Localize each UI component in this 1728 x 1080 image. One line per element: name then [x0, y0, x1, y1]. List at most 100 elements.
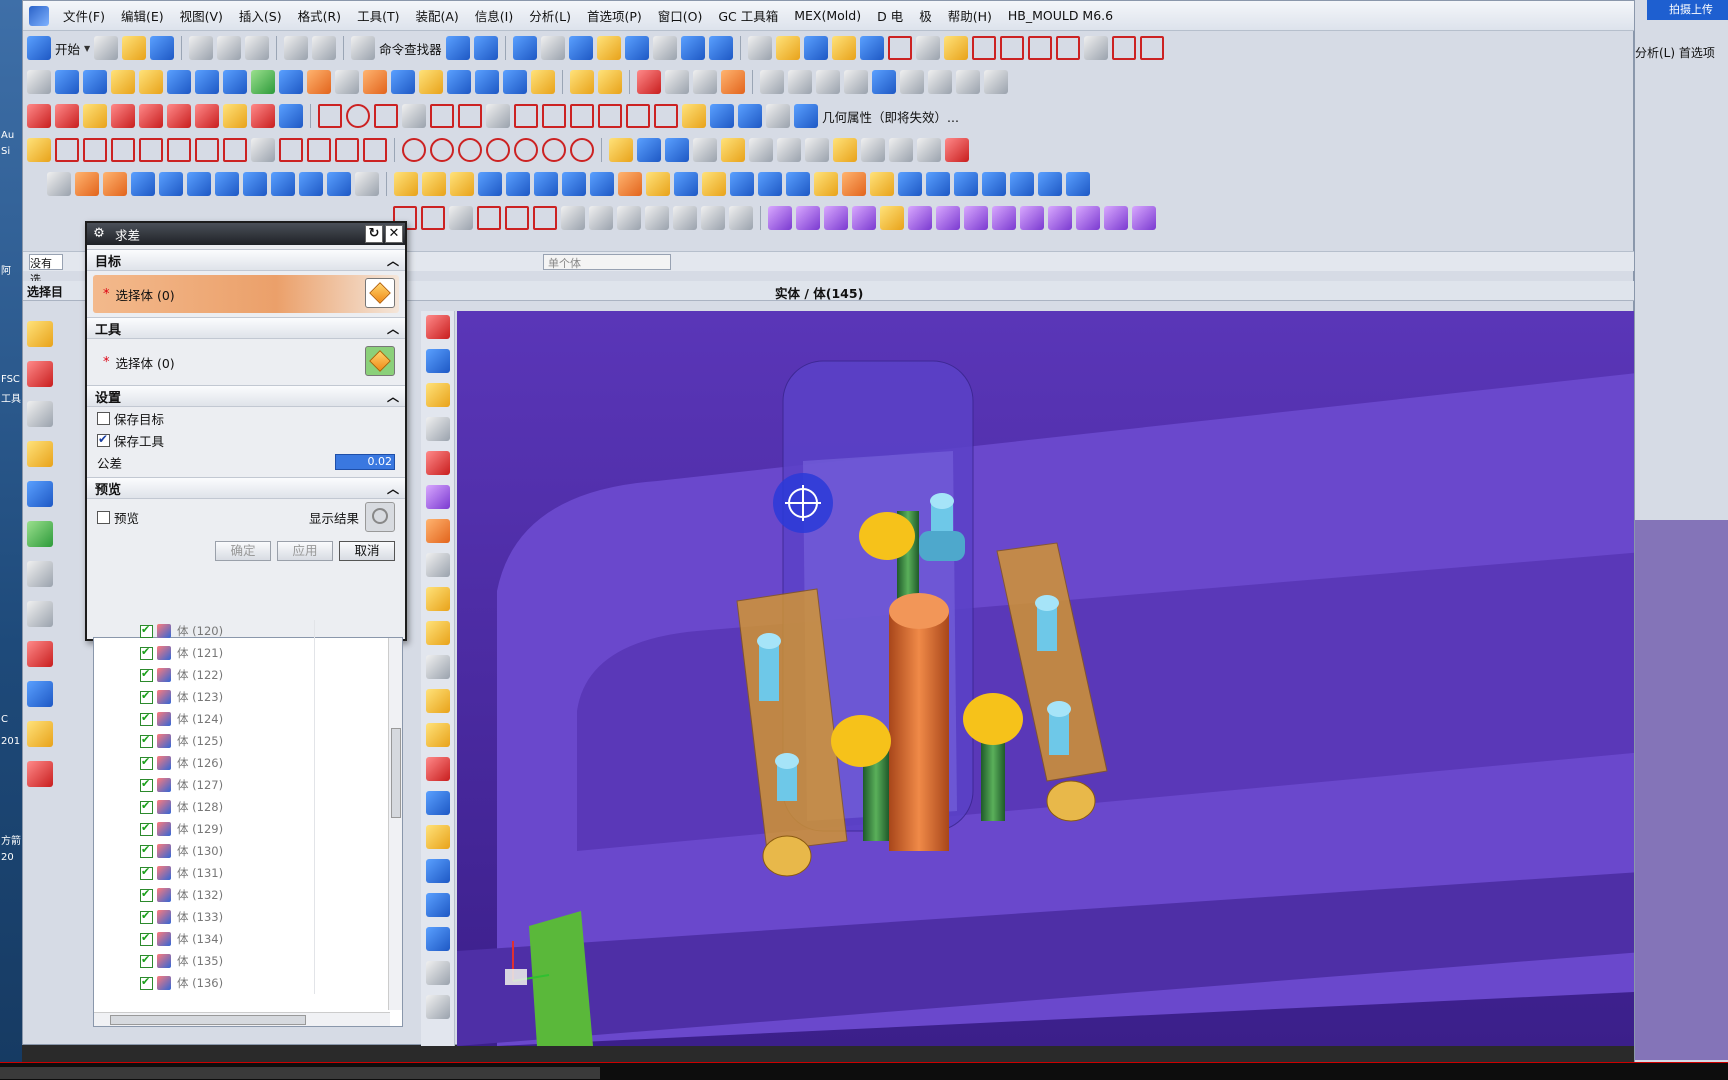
visibility-checkbox[interactable]: [140, 711, 153, 726]
sketch-line-icon[interactable]: [83, 138, 107, 162]
ejector-pin-icon[interactable]: [721, 70, 745, 94]
visibility-checkbox[interactable]: [140, 953, 153, 968]
resize-blend-icon[interactable]: [758, 172, 782, 196]
system-materials-icon[interactable]: [27, 761, 53, 787]
boss-icon[interactable]: [83, 104, 107, 128]
fillet-curve-icon[interactable]: [1027, 36, 1052, 60]
revolve-icon[interactable]: [103, 172, 127, 196]
menu-edit[interactable]: 编辑(E): [113, 6, 172, 25]
keep-tool-checkbox[interactable]: [97, 432, 110, 447]
undo-icon[interactable]: [284, 36, 309, 60]
split-body-icon[interactable]: [590, 172, 614, 196]
wave-geometry-icon[interactable]: [682, 104, 706, 128]
circle-tool-icon[interactable]: [374, 104, 398, 128]
visibility-checkbox[interactable]: [140, 623, 153, 638]
emboss-body-icon[interactable]: [842, 172, 866, 196]
user-icon[interactable]: [900, 70, 924, 94]
open-folder-icon[interactable]: [122, 36, 147, 60]
pull-face-icon[interactable]: [702, 172, 726, 196]
list-item[interactable]: 体 (123): [94, 686, 402, 708]
cancel-button[interactable]: 取消: [339, 541, 395, 561]
shell-icon[interactable]: [478, 172, 502, 196]
keep-target-checkbox[interactable]: [97, 411, 110, 425]
list-item[interactable]: 体 (132): [94, 884, 402, 906]
snap-existing-icon[interactable]: [617, 206, 641, 230]
patch-icon[interactable]: [307, 70, 331, 94]
sphere-icon[interactable]: [215, 172, 239, 196]
sketch-param-icon[interactable]: [833, 138, 857, 162]
section-view-icon[interactable]: [425, 553, 450, 577]
rotate-icon[interactable]: [425, 383, 450, 407]
plus-icon[interactable]: [421, 206, 445, 230]
color-swatch-icon[interactable]: [652, 36, 677, 60]
layer-settings-icon[interactable]: [624, 36, 649, 60]
visibility-checkbox[interactable]: [140, 667, 153, 682]
measure-icon[interactable]: [747, 36, 772, 60]
shape-icon[interactable]: [449, 206, 473, 230]
menu-assembly[interactable]: 装配(A): [407, 6, 466, 25]
chevron-up-icon[interactable]: ︿: [387, 480, 399, 497]
zoom-fit-icon[interactable]: [425, 859, 450, 883]
sketch-circle-2-icon[interactable]: [430, 138, 454, 162]
taskbar-button[interactable]: [0, 1067, 600, 1079]
surface-icon[interactable]: [27, 70, 51, 94]
view-manager-icon[interactable]: [1132, 206, 1156, 230]
electrode-icon[interactable]: [992, 206, 1016, 230]
extract-geometry-icon[interactable]: [710, 104, 734, 128]
hole-icon[interactable]: [243, 172, 267, 196]
wave-link-icon[interactable]: [814, 172, 838, 196]
tolerance-input[interactable]: 0.02: [335, 454, 395, 470]
chevron-down-icon[interactable]: ▼: [84, 44, 90, 53]
true-shading-icon[interactable]: [425, 621, 450, 645]
list-item[interactable]: 体 (124): [94, 708, 402, 730]
profile-icon[interactable]: [55, 138, 79, 162]
bounded-plane-icon[interactable]: [55, 70, 79, 94]
snap-face-icon[interactable]: [645, 206, 669, 230]
silhouette-flange-icon[interactable]: [531, 70, 555, 94]
list-item[interactable]: 体 (130): [94, 840, 402, 862]
rectangle-icon[interactable]: [402, 104, 426, 128]
snap-intersection-icon[interactable]: [589, 206, 613, 230]
list-item[interactable]: 体 (121): [94, 642, 402, 664]
synchronous-icon[interactable]: [786, 172, 810, 196]
reattach-icon[interactable]: [721, 138, 745, 162]
sketch-circle-3-icon[interactable]: [458, 138, 482, 162]
offset-sketch-icon[interactable]: [251, 138, 275, 162]
menu-gc-toolbox[interactable]: GC 工具箱: [710, 6, 786, 25]
mirror-icon[interactable]: [859, 36, 884, 60]
transform-icon[interactable]: [680, 36, 705, 60]
sketch-chamfer-icon[interactable]: [223, 138, 247, 162]
visibility-checkbox[interactable]: [140, 755, 153, 770]
corner-sketch-icon[interactable]: [279, 138, 303, 162]
conic-icon[interactable]: [542, 104, 566, 128]
cooling-icon[interactable]: [964, 206, 988, 230]
copy-view-icon[interactable]: [425, 927, 450, 951]
model-view-icon[interactable]: [425, 655, 450, 679]
face-blend-icon[interactable]: [447, 70, 471, 94]
eye-icon[interactable]: [917, 138, 941, 162]
dialog-titlebar[interactable]: ⚙ 求差 ↻ ✕: [87, 223, 405, 245]
list-item[interactable]: 体 (129): [94, 818, 402, 840]
analysis-menu[interactable]: 分析(L) 首选项: [1635, 44, 1715, 61]
menu-d-electrode[interactable]: D 电: [869, 6, 911, 25]
extend-icon[interactable]: [999, 36, 1024, 60]
dimension-icon[interactable]: [915, 36, 940, 60]
layer-icon[interactable]: [596, 36, 621, 60]
tool-body-button[interactable]: [365, 346, 395, 376]
finish-sketch-icon[interactable]: [805, 138, 829, 162]
menu-insert[interactable]: 插入(S): [231, 6, 290, 25]
geometry-props-icon[interactable]: [738, 104, 762, 128]
lifter-icon[interactable]: [852, 206, 876, 230]
part-navigator-icon[interactable]: [27, 401, 53, 427]
spline-icon[interactable]: [1111, 36, 1136, 60]
sketch-conic-icon[interactable]: [570, 138, 594, 162]
menu-pole[interactable]: 极: [911, 6, 940, 25]
reset-view-icon[interactable]: [425, 961, 450, 985]
snap-center-icon[interactable]: [533, 206, 557, 230]
list-item[interactable]: 体 (131): [94, 862, 402, 884]
chevron-up-icon[interactable]: ︿: [387, 320, 399, 337]
extension-icon[interactable]: [195, 70, 219, 94]
zoom-icon[interactable]: [425, 417, 450, 441]
sketch-spline-icon[interactable]: [363, 138, 387, 162]
filter-icon[interactable]: [844, 70, 868, 94]
